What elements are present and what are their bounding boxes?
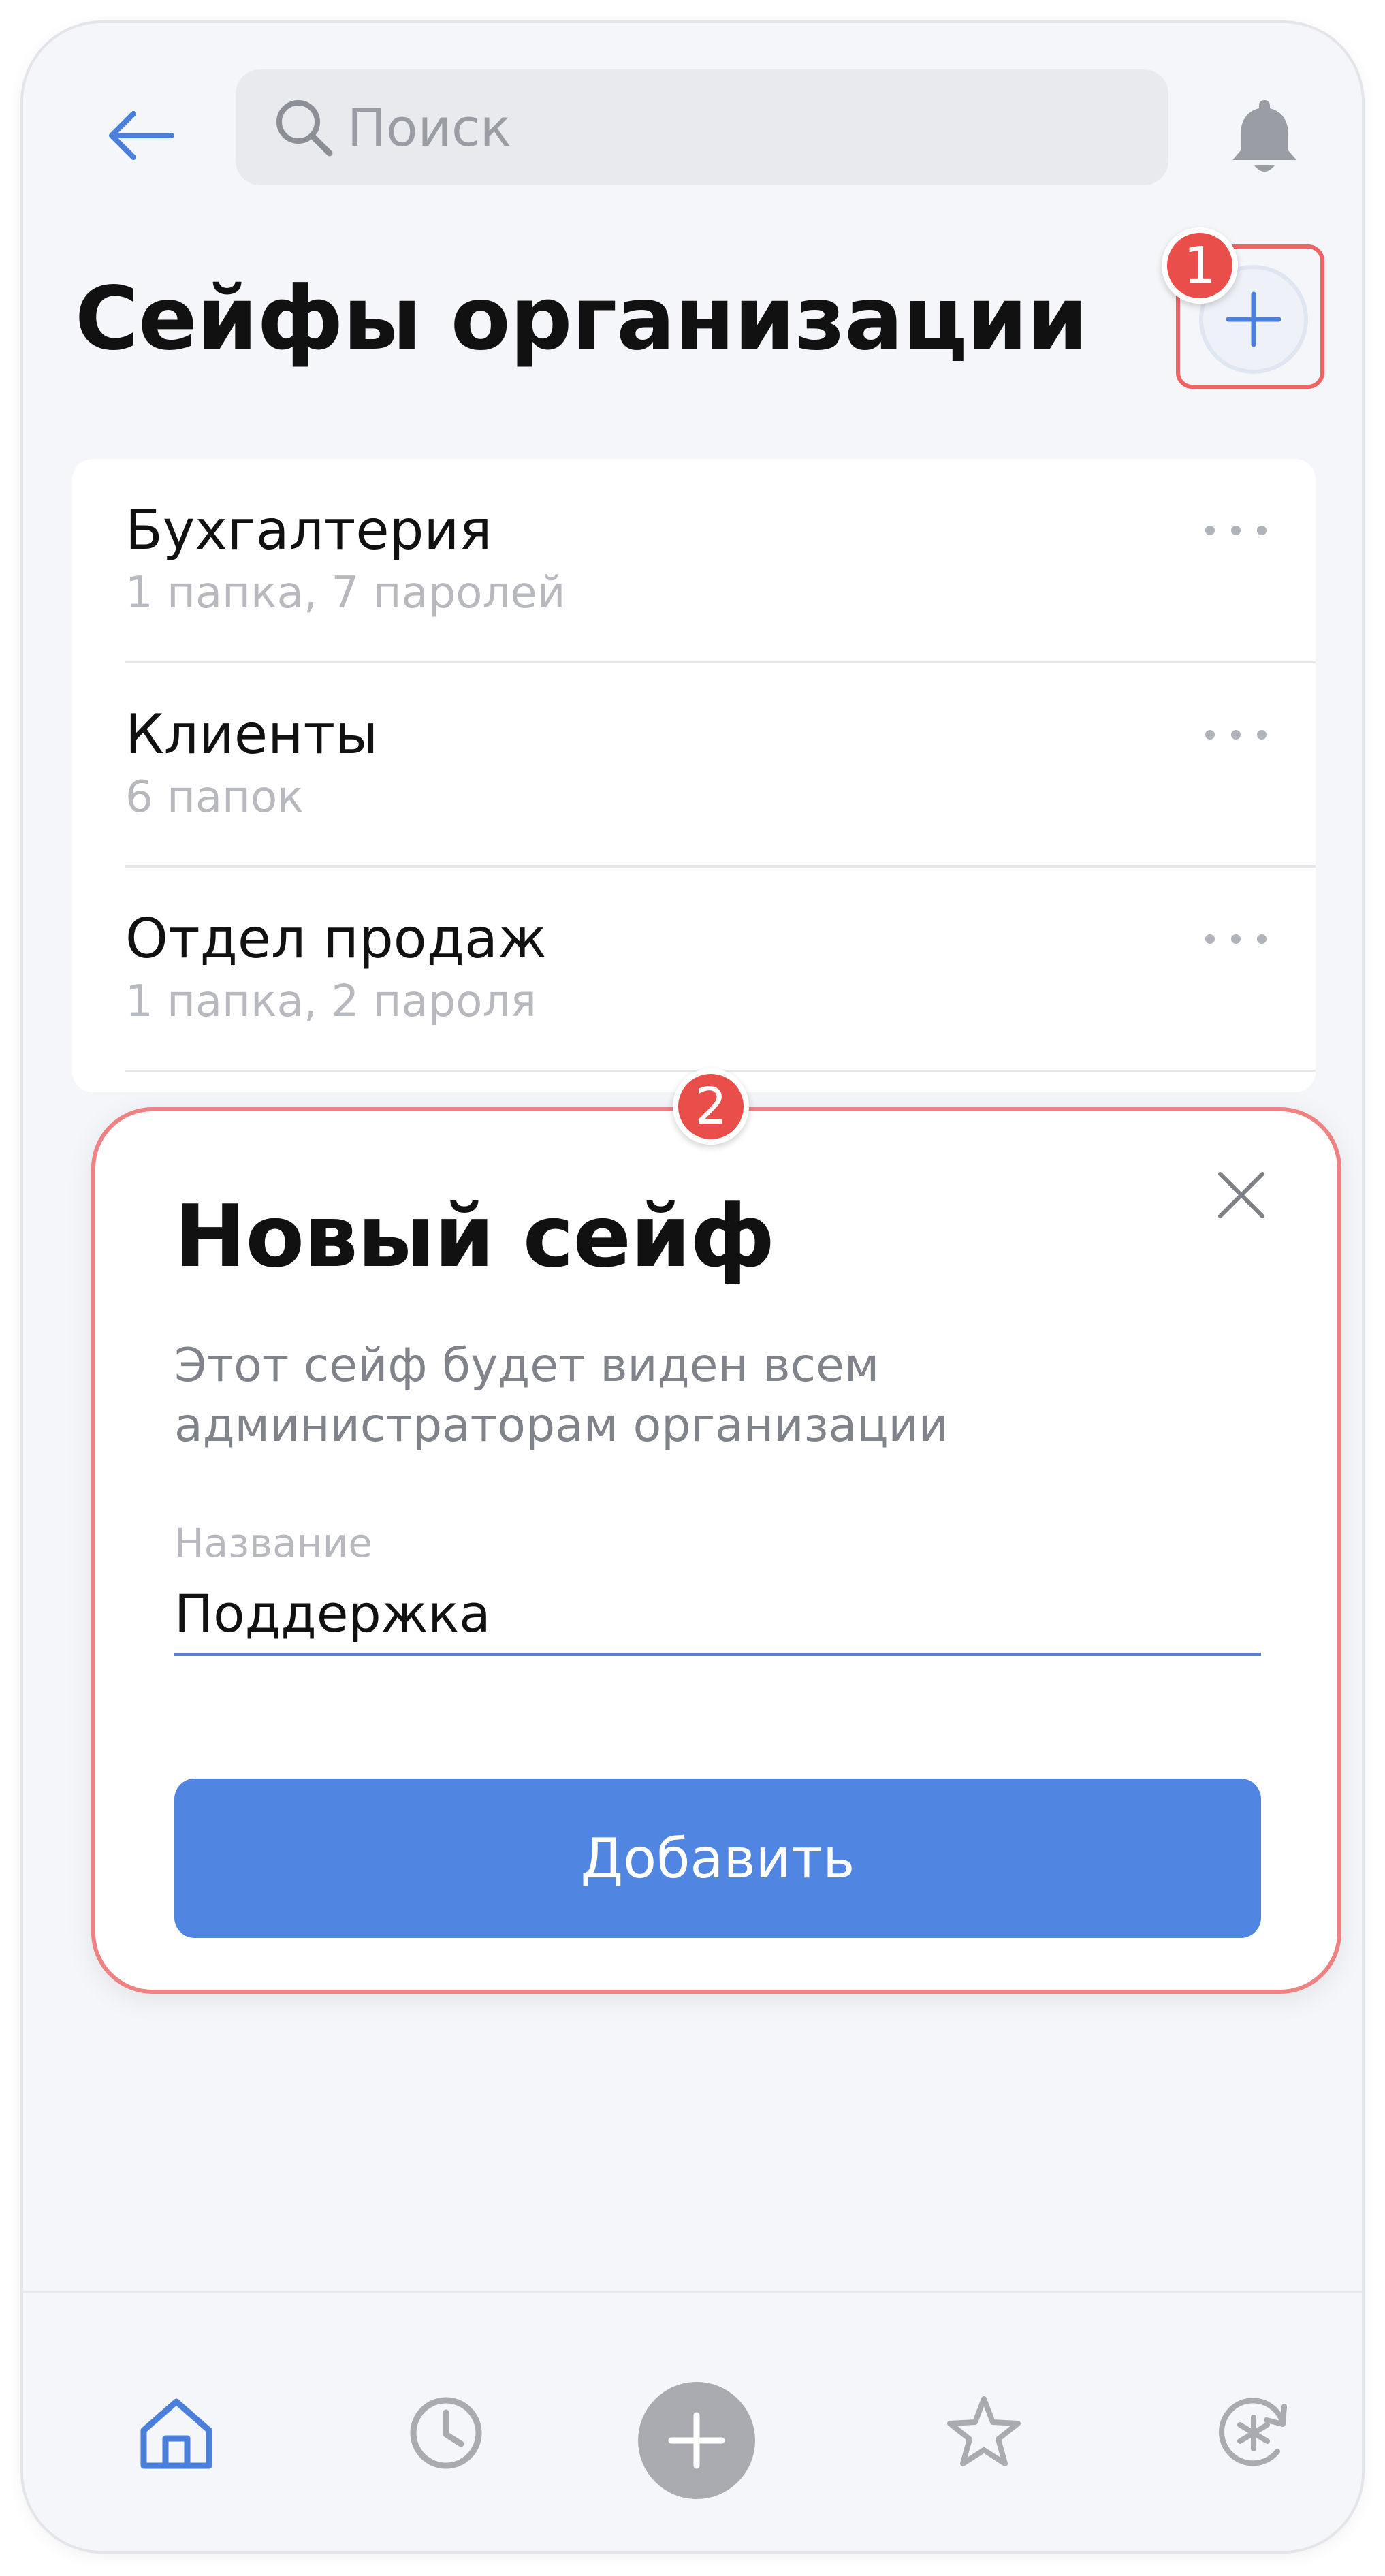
- vault-meta: 6 папок: [125, 772, 304, 823]
- search-icon: [270, 93, 338, 161]
- home-icon: [140, 2398, 212, 2469]
- nav-history[interactable]: [388, 2375, 504, 2491]
- page-title: Сейфы организации: [75, 268, 1088, 370]
- vault-list: Бухгалтерия 1 папка, 7 паролей Клиенты 6…: [72, 459, 1316, 1092]
- clock-icon: [410, 2397, 482, 2469]
- more-dots-icon[interactable]: [1205, 725, 1267, 745]
- vault-meta: 1 папка, 2 пароля: [125, 976, 537, 1027]
- vault-name: Отдел продаж: [125, 907, 547, 970]
- vault-meta: 1 папка, 7 паролей: [125, 568, 566, 618]
- nav-add-button[interactable]: [638, 2382, 755, 2499]
- star-icon: [947, 2396, 1021, 2466]
- back-arrow-icon: [109, 111, 174, 160]
- step-badge-1: 1: [1162, 227, 1238, 304]
- password-generator-icon: [1219, 2398, 1287, 2466]
- vault-name-input[interactable]: [174, 1574, 1261, 1656]
- list-item[interactable]: Бухгалтерия 1 папка, 7 паролей: [72, 459, 1316, 663]
- dialog-description: Этот сейф будет виден всем администратор…: [174, 1339, 949, 1452]
- list-item[interactable]: Клиенты 6 папок: [72, 663, 1316, 868]
- close-icon: [1218, 1172, 1264, 1218]
- step-badge-2: 2: [673, 1068, 749, 1145]
- vault-name: Бухгалтерия: [125, 498, 492, 562]
- vault-name: Клиенты: [125, 703, 379, 766]
- phone-screen: Поиск Сейфы организации 1 Бухгалтерия 1 …: [20, 20, 1365, 2554]
- bottom-nav: [23, 2293, 1362, 2551]
- name-field-label: Название: [174, 1520, 373, 1566]
- search-bar[interactable]: Поиск: [236, 69, 1168, 185]
- more-dots-icon[interactable]: [1205, 520, 1267, 541]
- plus-icon: [1226, 291, 1281, 347]
- close-button[interactable]: [1211, 1164, 1272, 1226]
- plus-icon: [668, 2412, 725, 2469]
- notifications-button[interactable]: [1220, 86, 1309, 188]
- nav-home[interactable]: [118, 2375, 234, 2491]
- search-placeholder: Поиск: [347, 97, 511, 158]
- nav-generator[interactable]: [1196, 2375, 1311, 2491]
- list-item[interactable]: Отдел продаж 1 папка, 2 пароля: [72, 868, 1316, 1072]
- new-vault-dialog: Новый сейф Этот сейф будет виден всем ад…: [91, 1107, 1341, 1994]
- nav-favorites[interactable]: [926, 2375, 1042, 2491]
- dialog-title: Новый сейф: [174, 1186, 775, 1286]
- more-dots-icon[interactable]: [1205, 929, 1267, 949]
- back-button[interactable]: [97, 95, 185, 176]
- add-button[interactable]: Добавить: [174, 1779, 1261, 1938]
- bell-icon: [1232, 100, 1296, 172]
